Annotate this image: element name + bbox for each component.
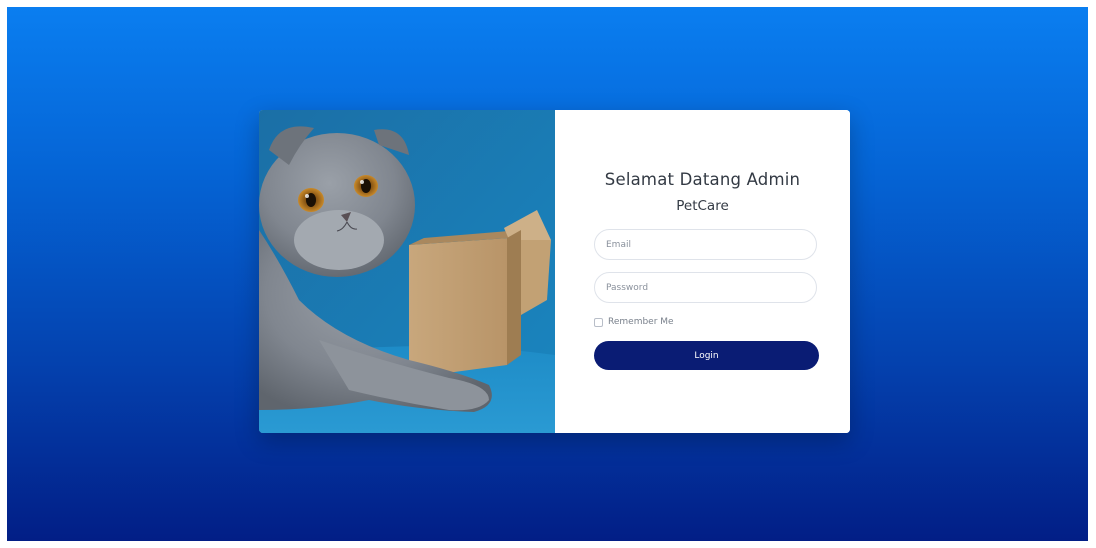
page-background: Selamat Datang Admin PetCare Remember Me… (7, 7, 1088, 541)
brand-subtitle: PetCare (676, 198, 729, 214)
remember-me-checkbox[interactable] (594, 317, 603, 327)
login-button[interactable]: Login (594, 341, 819, 370)
remember-me-label: Remember Me (608, 317, 674, 327)
remember-me[interactable]: Remember Me (594, 317, 674, 327)
password-input[interactable] (594, 272, 817, 303)
welcome-title: Selamat Datang Admin (604, 170, 801, 189)
hero-cat-image (259, 110, 555, 433)
login-form-panel: Selamat Datang Admin PetCare Remember Me… (555, 110, 850, 433)
login-card: Selamat Datang Admin PetCare Remember Me… (259, 110, 850, 433)
email-input[interactable] (594, 229, 817, 260)
